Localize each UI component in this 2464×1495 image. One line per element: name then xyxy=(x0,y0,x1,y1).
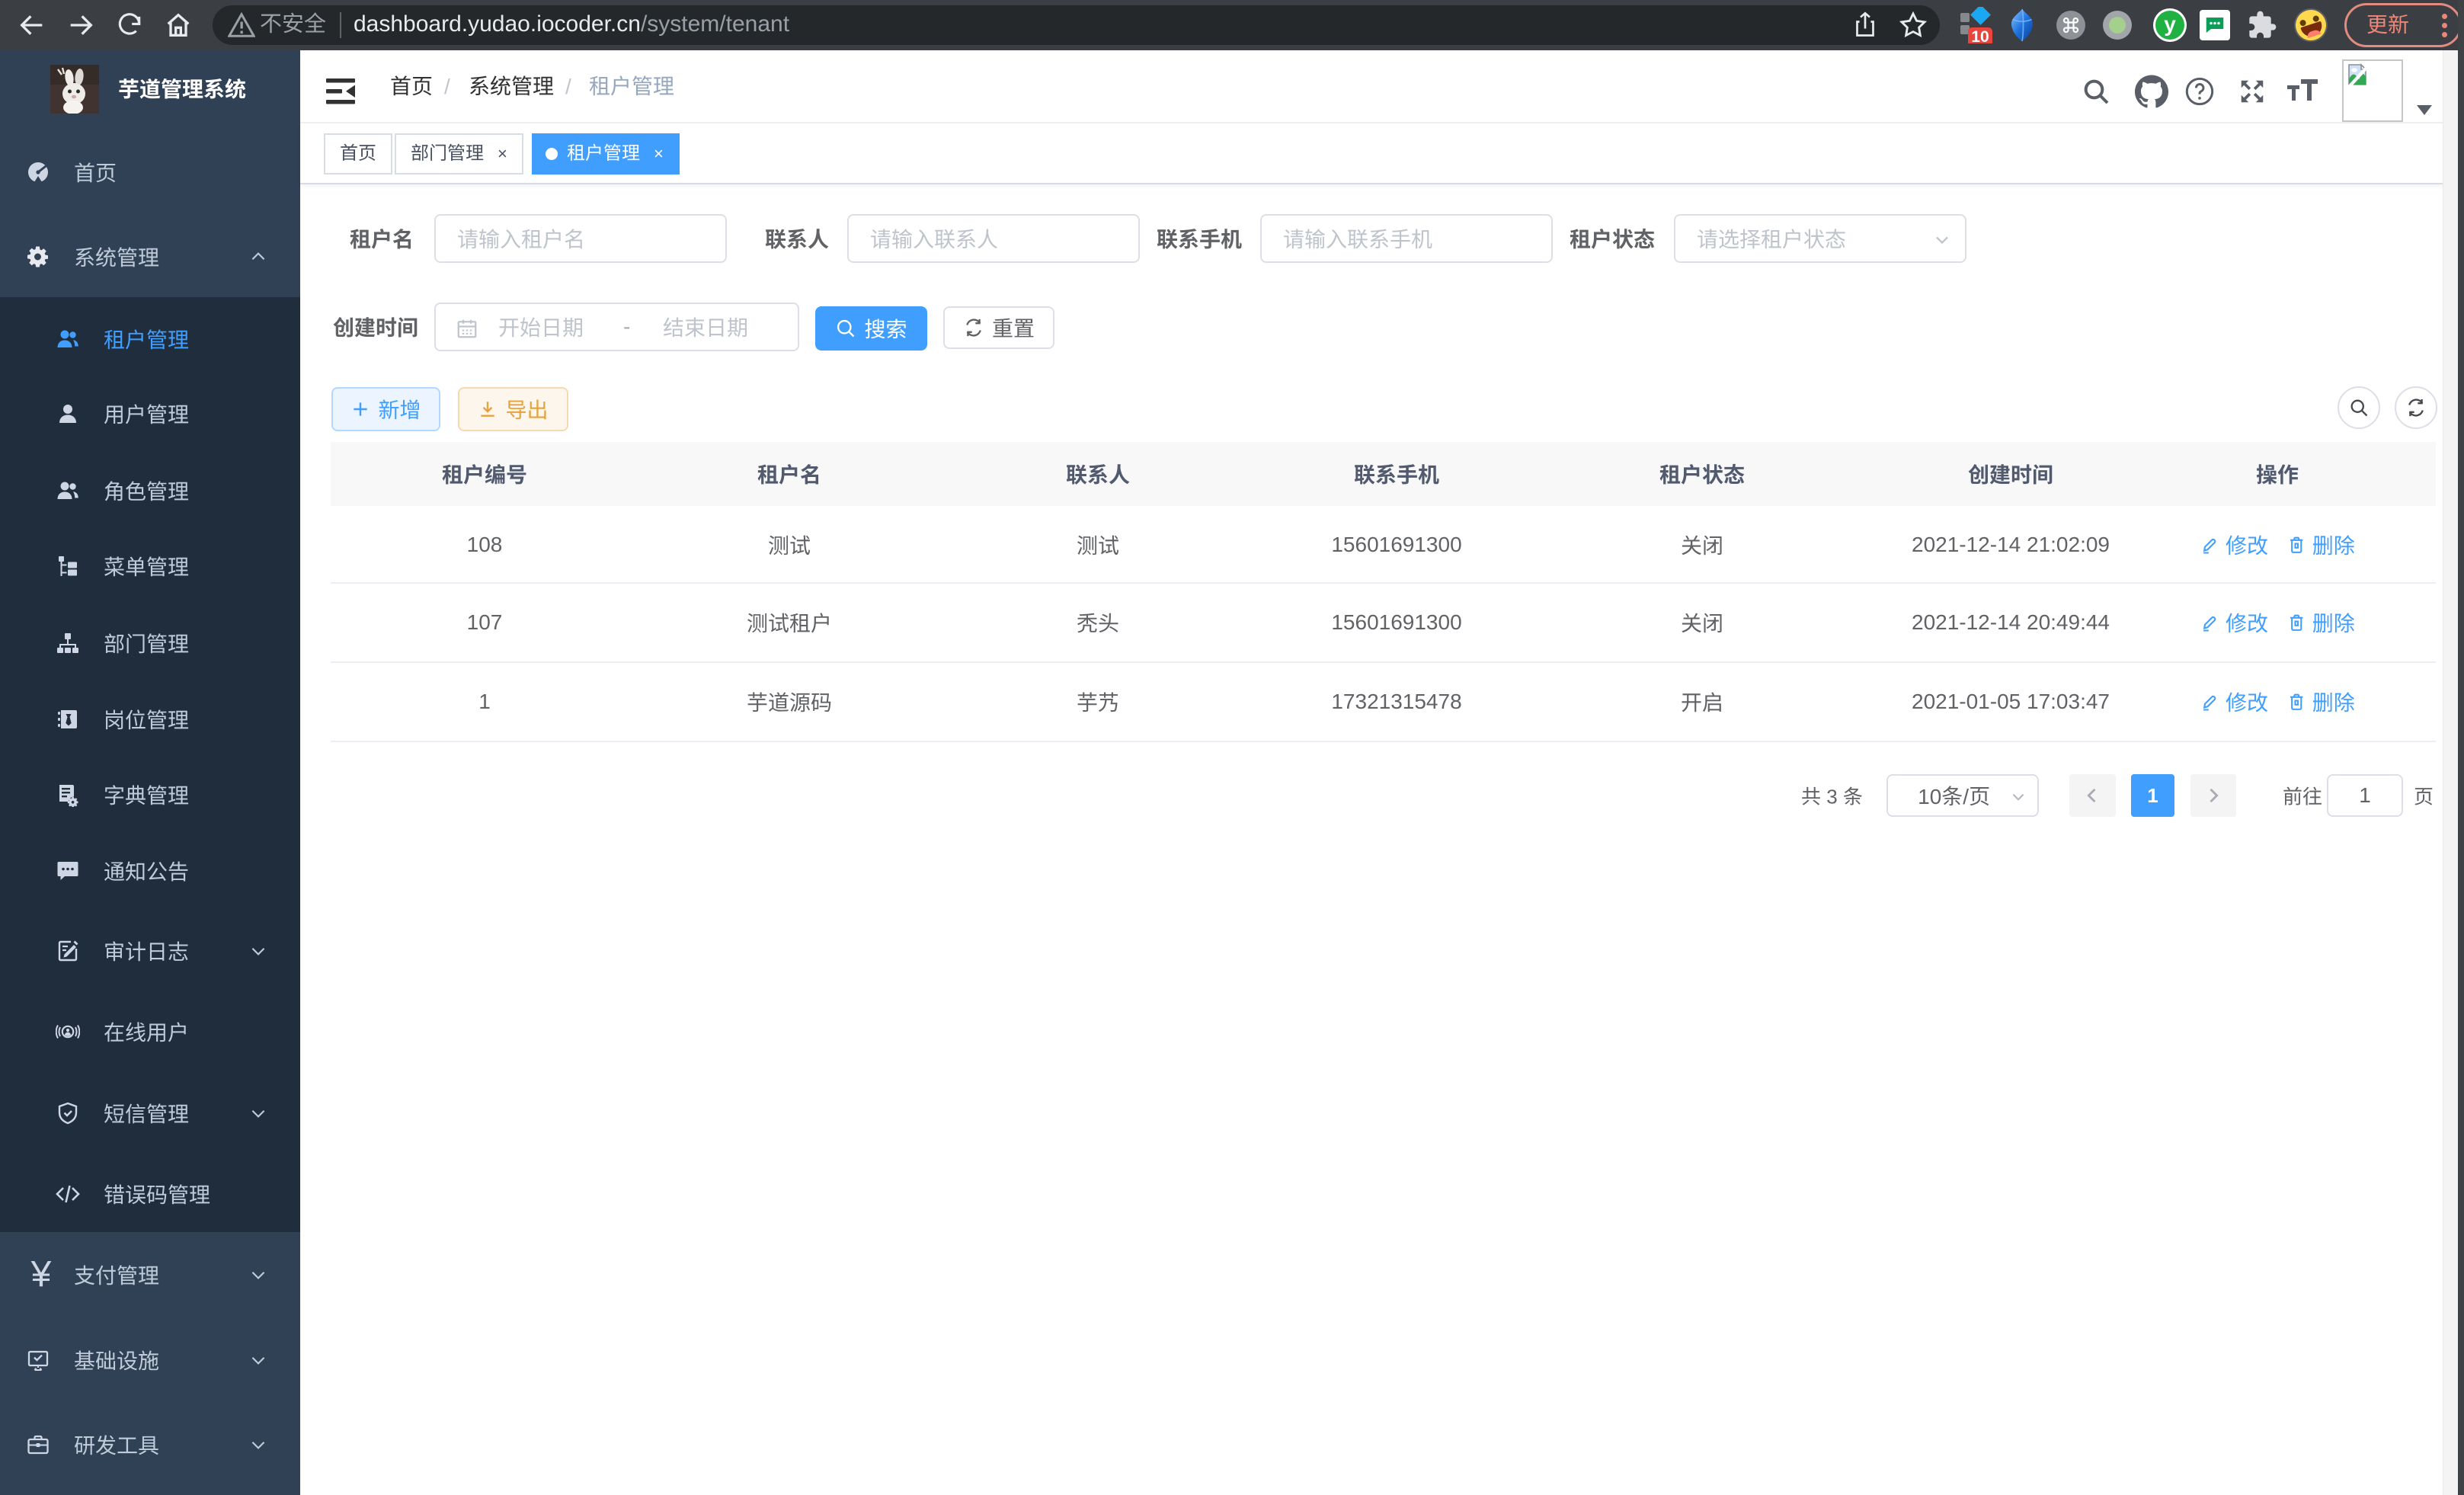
svg-text:10: 10 xyxy=(1971,28,1989,43)
